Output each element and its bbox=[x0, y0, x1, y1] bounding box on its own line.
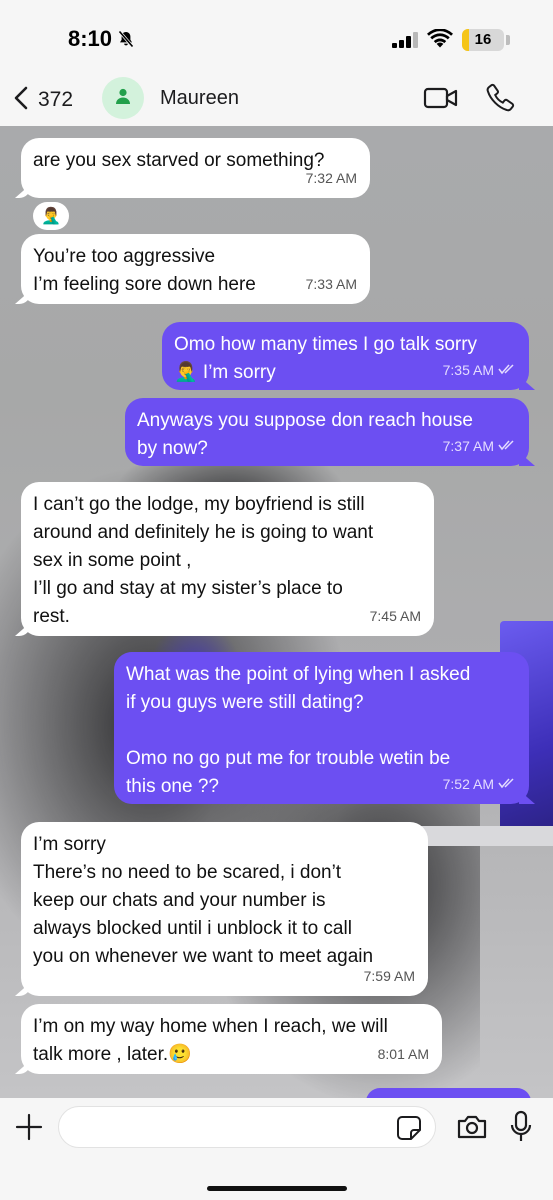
message-time: 7:33 AM bbox=[305, 276, 357, 292]
message-time: 7:59 AM bbox=[363, 968, 415, 984]
message-bubble-outgoing-partial bbox=[366, 1088, 531, 1098]
camera-button[interactable] bbox=[456, 1113, 488, 1146]
battery-icon: 16 bbox=[462, 29, 504, 51]
status-time: 8:10 bbox=[68, 26, 113, 51]
message-meta: 7:45 AM bbox=[370, 602, 421, 630]
bell-slash-icon bbox=[117, 30, 135, 53]
message-text: I can’t go the lodge, my boyfriend is st… bbox=[33, 494, 374, 627]
facepalm-emoji: 🤦‍♂️ bbox=[41, 208, 61, 225]
message-input[interactable] bbox=[58, 1106, 436, 1148]
message-text: I’m sorry There’s no need to be scared, … bbox=[33, 834, 374, 967]
back-button[interactable]: 372 bbox=[14, 82, 73, 118]
message-meta: 8:01 AM bbox=[378, 1040, 429, 1068]
plus-icon bbox=[15, 1113, 43, 1141]
message-meta: 7:32 AM bbox=[306, 164, 357, 192]
message-time: 7:35 AM bbox=[442, 362, 494, 378]
voice-call-button[interactable] bbox=[486, 82, 516, 117]
bubble-tail bbox=[15, 184, 31, 198]
camera-icon bbox=[457, 1115, 487, 1139]
message-time: 7:32 AM bbox=[305, 170, 357, 186]
message-time: 7:45 AM bbox=[369, 608, 421, 624]
message-meta: 7:52 AM bbox=[443, 770, 516, 798]
unread-count: 372 bbox=[38, 88, 74, 111]
message-meta: 7:37 AM bbox=[443, 432, 516, 460]
message-bubble-outgoing[interactable]: Omo how many times I go talk sorry 🤦‍♂️ … bbox=[162, 322, 535, 390]
battery-nub bbox=[506, 35, 510, 45]
chevron-left-icon bbox=[14, 86, 28, 115]
sticker-icon bbox=[397, 1116, 421, 1140]
phone-icon bbox=[486, 83, 515, 112]
microphone-icon bbox=[510, 1110, 532, 1141]
avatar[interactable] bbox=[102, 77, 144, 119]
bubble-tail bbox=[519, 376, 535, 390]
message-bubble-incoming[interactable]: You’re too aggressive I’m feeling sore d… bbox=[15, 234, 370, 304]
double-check-icon bbox=[498, 432, 516, 460]
video-call-button[interactable] bbox=[423, 84, 459, 117]
message-time: 8:01 AM bbox=[377, 1046, 429, 1062]
message-bubble-outgoing[interactable]: What was the point of lying when I asked… bbox=[114, 652, 535, 804]
signal-icon bbox=[392, 32, 420, 53]
message-bubble-incoming[interactable]: are you sex starved or something? 7:32 A… bbox=[15, 138, 370, 198]
video-camera-icon bbox=[423, 87, 458, 109]
microphone-button[interactable] bbox=[509, 1110, 533, 1149]
battery-label: 16 bbox=[474, 31, 492, 48]
message-meta: 7:33 AM bbox=[306, 270, 357, 298]
sticker-button[interactable] bbox=[396, 1115, 422, 1146]
message-time: 7:52 AM bbox=[442, 776, 494, 792]
message-bubble-incoming[interactable]: I’m on my way home when I reach, we will… bbox=[15, 1004, 442, 1074]
composer-bar bbox=[0, 1098, 553, 1200]
message-bubble-incoming[interactable]: I’m sorry There’s no need to be scared, … bbox=[15, 822, 428, 996]
message-bubble-outgoing[interactable]: Anyways you suppose don reach house by n… bbox=[125, 398, 535, 466]
contact-name[interactable]: Maureen bbox=[160, 87, 239, 110]
message-meta: 7:35 AM bbox=[443, 356, 516, 384]
message-bubble-incoming[interactable]: I can’t go the lodge, my boyfriend is st… bbox=[15, 482, 434, 636]
status-bar: 8:10 16 bbox=[0, 0, 553, 80]
bubble-tail bbox=[519, 452, 535, 466]
bubble-tail bbox=[15, 290, 31, 304]
wifi-icon bbox=[427, 28, 453, 54]
double-check-icon bbox=[498, 356, 516, 384]
person-icon bbox=[114, 87, 132, 110]
message-text: I’m on my way home when I reach, we will… bbox=[33, 1016, 388, 1065]
double-check-icon bbox=[498, 770, 516, 798]
message-reaction[interactable]: 🤦‍♂️ bbox=[33, 202, 69, 230]
home-indicator bbox=[207, 1186, 347, 1191]
attach-button[interactable] bbox=[14, 1112, 44, 1147]
message-meta: 7:59 AM bbox=[364, 962, 415, 990]
chat-area[interactable]: are you sex starved or something? 7:32 A… bbox=[0, 126, 553, 1098]
chat-header: 372 Maureen bbox=[0, 77, 553, 126]
message-time: 7:37 AM bbox=[442, 438, 494, 454]
